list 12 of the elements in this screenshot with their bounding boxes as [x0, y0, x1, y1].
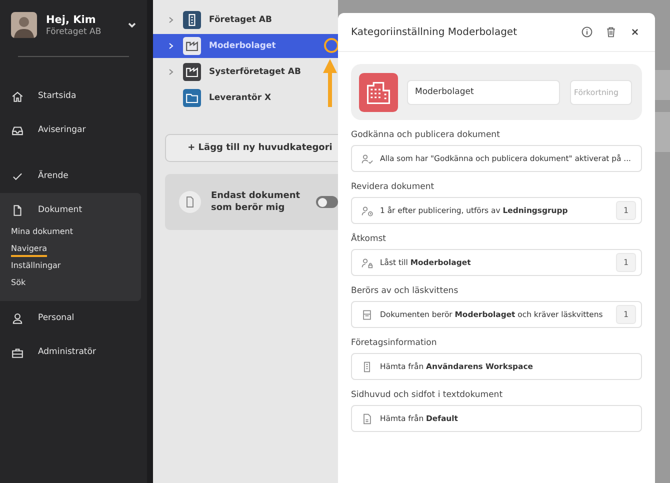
section-label: Revidera dokument: [351, 182, 436, 192]
count-badge: 1: [616, 253, 636, 272]
user-greeting: Hej, Kim: [46, 14, 97, 26]
section-label: Sidhuvud och sidfot i textdokument: [351, 390, 504, 400]
section-label: Företagsinformation: [351, 338, 438, 348]
section-label: Åtkomst: [351, 234, 388, 244]
user-company: Företaget AB: [46, 26, 102, 36]
dialog-title: Kategoriinställning Moderbolaget: [351, 26, 518, 38]
section-label: Berörs av och läskvittens: [351, 286, 460, 296]
count-badge: 1: [616, 305, 636, 324]
filter-label: Endast dokument som berör mig: [211, 190, 302, 214]
count-badge: 1: [616, 201, 636, 220]
